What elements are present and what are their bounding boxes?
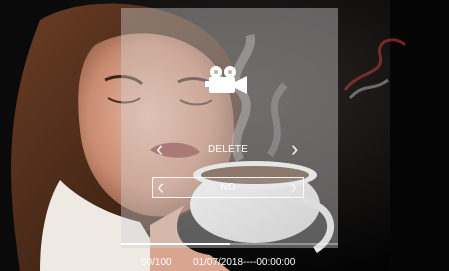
option-prev-chevron-icon[interactable]: ‹ [157, 176, 164, 198]
delete-prev-chevron-icon[interactable]: ‹ [156, 138, 163, 160]
playback-progress-fill [121, 243, 230, 245]
video-camera-icon [205, 66, 247, 94]
delete-next-chevron-icon[interactable]: › [291, 138, 298, 160]
option-next-chevron-icon[interactable]: › [290, 176, 297, 198]
confirm-option-value: NO [220, 182, 236, 193]
record-timestamp: 01/07/2018----00:00:00 [193, 257, 296, 268]
delete-action-label[interactable]: DELETE [178, 144, 278, 155]
record-counter: 50/100 [141, 257, 172, 268]
video-playback-screen: ‹ DELETE › ‹ NO › 50/100 01/07/2018----0… [0, 0, 449, 271]
playback-progress-bar[interactable] [121, 243, 338, 245]
menu-overlay-panel [121, 8, 338, 248]
